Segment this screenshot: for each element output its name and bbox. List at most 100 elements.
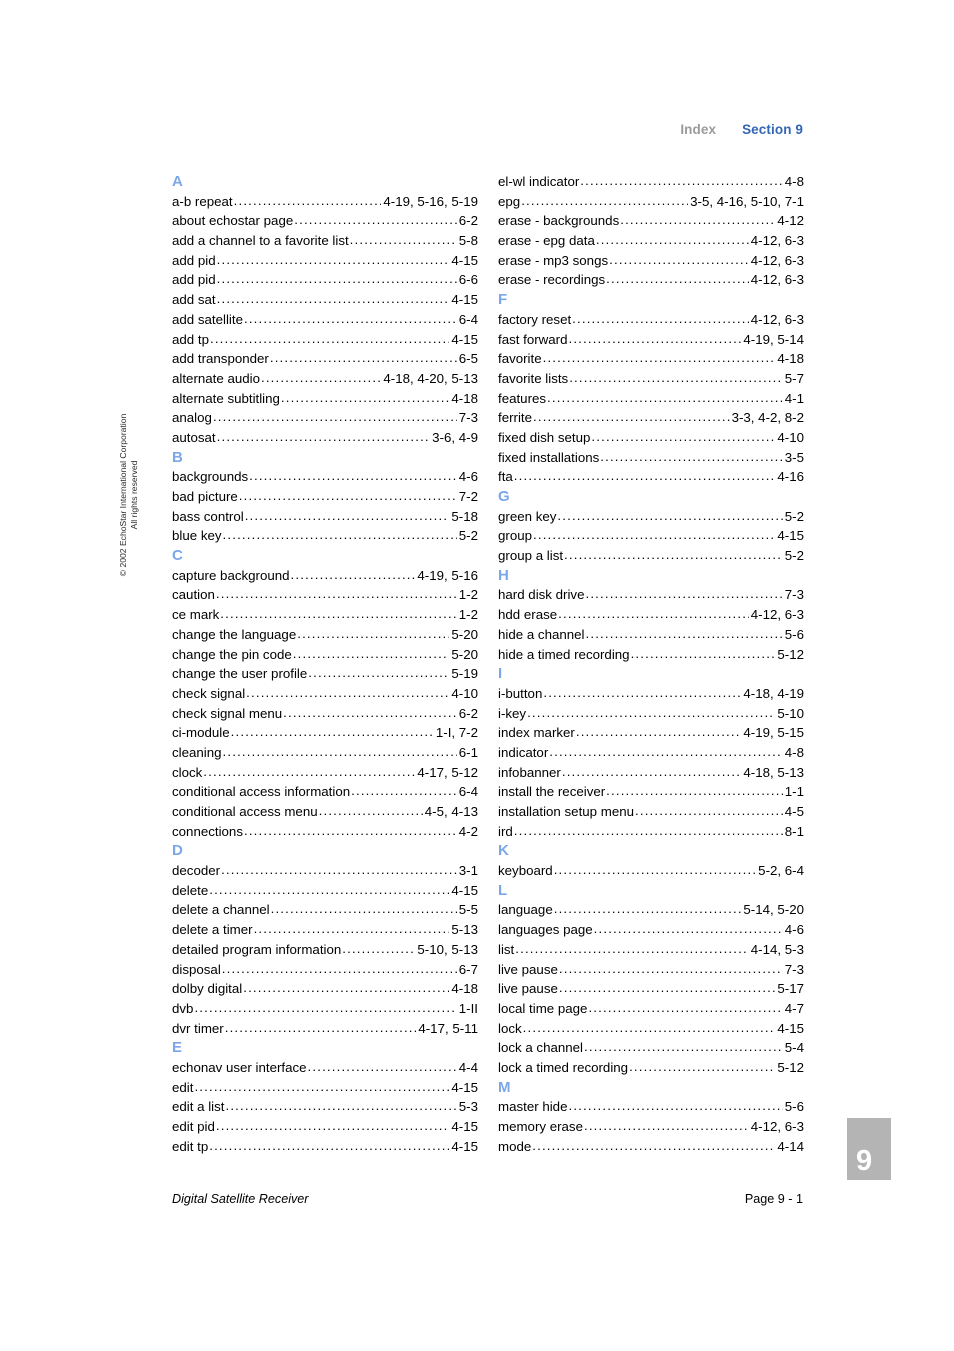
index-entry[interactable]: list....................................…: [498, 940, 804, 960]
index-entry[interactable]: edit tp.................................…: [172, 1137, 478, 1157]
index-entry[interactable]: clock...................................…: [172, 763, 478, 783]
index-entry[interactable]: lock....................................…: [498, 1019, 804, 1039]
index-entry[interactable]: language................................…: [498, 900, 804, 920]
footer-document-title: Digital Satellite Receiver: [172, 1192, 309, 1206]
index-entry[interactable]: favorite................................…: [498, 349, 804, 369]
index-entry[interactable]: edit pid................................…: [172, 1117, 478, 1137]
index-entry[interactable]: ci-module...............................…: [172, 723, 478, 743]
index-entry[interactable]: delete a channel........................…: [172, 900, 478, 920]
index-entry[interactable]: group...................................…: [498, 526, 804, 546]
index-entry[interactable]: change the language.....................…: [172, 625, 478, 645]
index-entry[interactable]: caution.................................…: [172, 585, 478, 605]
index-entry[interactable]: ird.....................................…: [498, 822, 804, 842]
index-entry[interactable]: lock a channel..........................…: [498, 1038, 804, 1058]
index-entry[interactable]: change the user profile.................…: [172, 664, 478, 684]
index-entry-term: add a channel to a favorite list: [172, 233, 349, 249]
index-entry-pages: 3-3, 4-2, 8-2: [731, 410, 804, 426]
index-entry[interactable]: factory reset...........................…: [498, 310, 804, 330]
index-entry[interactable]: conditional access menu.................…: [172, 802, 478, 822]
index-entry[interactable]: echonav user interface..................…: [172, 1058, 478, 1078]
index-entry[interactable]: change the pin code.....................…: [172, 645, 478, 665]
index-entry-pages: 4-8: [784, 174, 804, 189]
index-entry[interactable]: live pause..............................…: [498, 979, 804, 999]
index-entry-leader-dots: ........................................…: [527, 704, 775, 720]
index-entry[interactable]: add tp..................................…: [172, 330, 478, 350]
index-entry[interactable]: languages page..........................…: [498, 920, 804, 940]
index-entry[interactable]: alternate audio.........................…: [172, 369, 478, 389]
index-entry[interactable]: disposal................................…: [172, 960, 478, 980]
index-entry[interactable]: installation setup menu.................…: [498, 802, 804, 822]
index-entry[interactable]: local time page.........................…: [498, 999, 804, 1019]
index-entry[interactable]: about echostar page.....................…: [172, 211, 478, 231]
index-entry[interactable]: connections.............................…: [172, 822, 478, 842]
index-entry[interactable]: edit....................................…: [172, 1078, 478, 1098]
index-entry[interactable]: delete a timer..........................…: [172, 920, 478, 940]
index-entry[interactable]: add satellite...........................…: [172, 310, 478, 330]
index-entry[interactable]: favorite lists..........................…: [498, 369, 804, 389]
index-entry[interactable]: lock a timed recording..................…: [498, 1058, 804, 1078]
index-entry[interactable]: edit a list.............................…: [172, 1097, 478, 1117]
index-entry-pages: 4-18, 5-13: [743, 764, 804, 780]
index-entry[interactable]: add a channel to a favorite list........…: [172, 231, 478, 251]
index-entry[interactable]: dolby digital...........................…: [172, 979, 478, 999]
index-entry[interactable]: hide a timed recording..................…: [498, 645, 804, 665]
index-entry[interactable]: ce mark.................................…: [172, 605, 478, 625]
index-entry[interactable]: erase - backgrounds.....................…: [498, 211, 804, 231]
index-entry[interactable]: el-wl indicator.........................…: [498, 172, 804, 192]
index-entry[interactable]: indicator...............................…: [498, 743, 804, 763]
index-entry[interactable]: memory erase............................…: [498, 1117, 804, 1137]
index-entry[interactable]: check signal menu.......................…: [172, 704, 478, 724]
index-entry[interactable]: conditional access information..........…: [172, 782, 478, 802]
index-entry[interactable]: keyboard................................…: [498, 861, 804, 881]
index-entry[interactable]: add pid.................................…: [172, 270, 478, 290]
index-entry[interactable]: bass control............................…: [172, 507, 478, 527]
index-entry[interactable]: install the receiver....................…: [498, 782, 804, 802]
index-entry[interactable]: a-b repeat..............................…: [172, 192, 478, 212]
index-entry[interactable]: infobanner..............................…: [498, 763, 804, 783]
index-entry[interactable]: dvb.....................................…: [172, 999, 478, 1019]
index-entry[interactable]: master hide.............................…: [498, 1097, 804, 1117]
index-entry-pages: 5-2: [784, 508, 804, 524]
index-entry[interactable]: autosat.................................…: [172, 428, 478, 448]
index-entry[interactable]: analog..................................…: [172, 408, 478, 428]
index-entry[interactable]: features................................…: [498, 389, 804, 409]
copyright-line-2: All rights reserved: [128, 460, 139, 530]
index-entry[interactable]: epg.....................................…: [498, 192, 804, 212]
index-entry[interactable]: alternate subtitling....................…: [172, 389, 478, 409]
index-entry[interactable]: fast forward............................…: [498, 330, 804, 350]
index-entry[interactable]: add transponder.........................…: [172, 349, 478, 369]
index-entry[interactable]: erase - mp3 songs.......................…: [498, 251, 804, 271]
index-entry-leader-dots: ........................................…: [280, 389, 449, 405]
index-entry[interactable]: add sat.................................…: [172, 290, 478, 310]
index-entry[interactable]: decoder.................................…: [172, 861, 478, 881]
index-entry[interactable]: hard disk drive.........................…: [498, 585, 804, 605]
index-entry[interactable]: capture background......................…: [172, 566, 478, 586]
index-entry[interactable]: group a list............................…: [498, 546, 804, 566]
index-entry[interactable]: check signal............................…: [172, 684, 478, 704]
index-entry[interactable]: hide a channel..........................…: [498, 625, 804, 645]
index-entry[interactable]: delete..................................…: [172, 881, 478, 901]
index-entry[interactable]: erase - recordings......................…: [498, 270, 804, 290]
index-entry[interactable]: detailed program information............…: [172, 940, 478, 960]
index-entry[interactable]: index marker............................…: [498, 723, 804, 743]
index-entry-term: live pause: [498, 981, 558, 997]
index-entry[interactable]: bad picture.............................…: [172, 487, 478, 507]
index-entry[interactable]: fta.....................................…: [498, 467, 804, 487]
index-entry[interactable]: erase - epg data........................…: [498, 231, 804, 251]
index-entry-term: languages page: [498, 922, 593, 938]
index-entry[interactable]: ferrite.................................…: [498, 408, 804, 428]
index-entry[interactable]: green key...............................…: [498, 507, 804, 527]
index-entry[interactable]: dvr timer...............................…: [172, 1019, 478, 1039]
index-entry[interactable]: backgrounds.............................…: [172, 467, 478, 487]
index-entry[interactable]: blue key................................…: [172, 526, 478, 546]
index-entry[interactable]: fixed installations.....................…: [498, 448, 804, 468]
index-entry[interactable]: hdd erase...............................…: [498, 605, 804, 625]
index-entry[interactable]: cleaning................................…: [172, 743, 478, 763]
index-entry[interactable]: add pid.................................…: [172, 251, 478, 271]
index-entry[interactable]: fixed dish setup........................…: [498, 428, 804, 448]
index-entry[interactable]: i-button................................…: [498, 684, 804, 704]
index-letter-heading: K: [498, 842, 510, 860]
index-entry[interactable]: mode....................................…: [498, 1137, 804, 1157]
index-entry[interactable]: live pause..............................…: [498, 960, 804, 980]
index-entry[interactable]: i-key...................................…: [498, 704, 804, 724]
